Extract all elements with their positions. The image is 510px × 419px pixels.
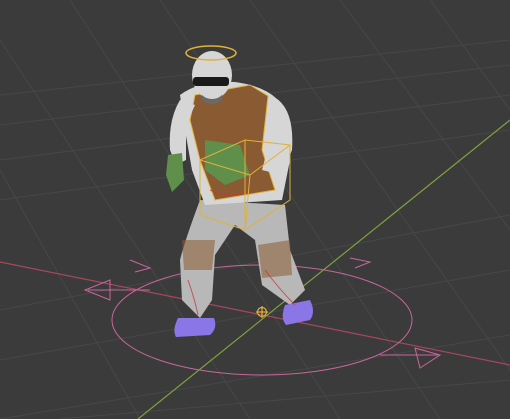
left-glove	[166, 153, 184, 192]
character-model[interactable]	[166, 51, 313, 337]
3d-viewport[interactable]	[0, 0, 510, 419]
viewport-canvas[interactable]	[0, 0, 510, 419]
right-shoe	[282, 300, 313, 325]
x-axis-line	[0, 261, 510, 366]
left-shoe	[174, 318, 216, 337]
sunglasses	[193, 77, 229, 86]
